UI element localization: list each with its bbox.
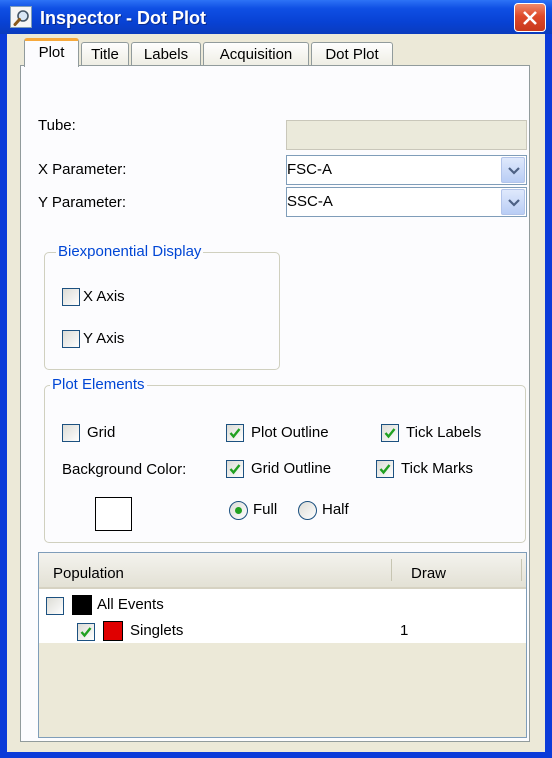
tab-dot-plot[interactable]: Dot Plot (311, 42, 393, 66)
x-parameter-dropdown-button[interactable] (501, 157, 525, 183)
window-title: Inspector - Dot Plot (40, 8, 206, 28)
population-table: Population Draw All Events Singlets 1 (38, 552, 527, 738)
full-label: Full (253, 501, 278, 518)
grid-outline-checkbox[interactable] (226, 460, 244, 478)
draw-column-header[interactable]: Draw (411, 564, 446, 584)
tab-plot[interactable]: Plot (24, 38, 79, 67)
column-divider[interactable] (521, 559, 522, 581)
y-axis-checkbox[interactable] (62, 330, 80, 348)
magnifier-icon (10, 6, 32, 28)
population-column-header[interactable]: Population (53, 564, 124, 584)
grid-label: Grid (87, 424, 116, 441)
x-parameter-label: X Parameter: (38, 161, 127, 178)
checkmark-icon (384, 428, 396, 439)
x-axis-checkbox[interactable] (62, 288, 80, 306)
biexponential-display-title: Biexponential Display (56, 242, 204, 262)
x-axis-label: X Axis (83, 288, 125, 305)
y-parameter-select[interactable]: SSC-A (286, 187, 527, 217)
half-radio[interactable] (298, 501, 317, 520)
column-divider[interactable] (391, 559, 392, 581)
y-parameter-value: SSC-A (287, 193, 333, 210)
x-parameter-select[interactable]: FSC-A (286, 155, 527, 185)
grid-checkbox[interactable] (62, 424, 80, 442)
background-color-label: Background Color: (62, 461, 187, 478)
plot-outline-label: Plot Outline (251, 424, 329, 441)
checkmark-icon (379, 464, 391, 475)
tick-marks-label: Tick Marks (401, 460, 473, 477)
tube-label: Tube: (38, 117, 76, 134)
tick-labels-checkbox[interactable] (381, 424, 399, 442)
close-button[interactable] (514, 3, 546, 32)
singlets-checkbox[interactable] (77, 623, 95, 641)
tab-acquisition[interactable]: Acquisition (203, 42, 309, 66)
full-radio[interactable] (229, 501, 248, 520)
all-events-label: All Events (97, 596, 164, 613)
chevron-down-icon (508, 199, 520, 207)
tab-title[interactable]: Title (81, 42, 129, 66)
tube-field (286, 120, 527, 150)
checkmark-icon (80, 627, 92, 638)
tick-marks-checkbox[interactable] (376, 460, 394, 478)
biexponential-display-group (44, 252, 280, 370)
all-events-checkbox[interactable] (46, 597, 64, 615)
population-table-header: Population Draw (39, 553, 526, 589)
singlets-draw-value: 1 (400, 622, 409, 639)
y-parameter-label: Y Parameter: (38, 194, 127, 211)
plot-elements-title: Plot Elements (50, 375, 147, 395)
checkmark-icon (229, 464, 241, 475)
inspector-window: Inspector - Dot Plot Plot Title Labels A… (0, 0, 552, 758)
singlets-color-swatch[interactable] (103, 621, 123, 641)
y-parameter-dropdown-button[interactable] (501, 189, 525, 215)
population-list: All Events Singlets 1 (39, 589, 526, 643)
singlets-label: Singlets (130, 622, 184, 639)
title-bar[interactable]: Inspector - Dot Plot (0, 0, 552, 34)
x-parameter-value: FSC-A (287, 161, 332, 178)
all-events-color-swatch[interactable] (72, 595, 92, 615)
checkmark-icon (229, 428, 241, 439)
grid-outline-label: Grid Outline (251, 460, 332, 477)
tick-labels-label: Tick Labels (406, 424, 482, 441)
close-icon (523, 11, 537, 25)
background-color-swatch[interactable] (95, 497, 132, 531)
chevron-down-icon (508, 167, 520, 175)
tab-labels[interactable]: Labels (131, 42, 201, 66)
y-axis-label: Y Axis (83, 330, 125, 347)
half-label: Half (322, 501, 349, 518)
plot-outline-checkbox[interactable] (226, 424, 244, 442)
radio-selected-dot (235, 507, 242, 514)
